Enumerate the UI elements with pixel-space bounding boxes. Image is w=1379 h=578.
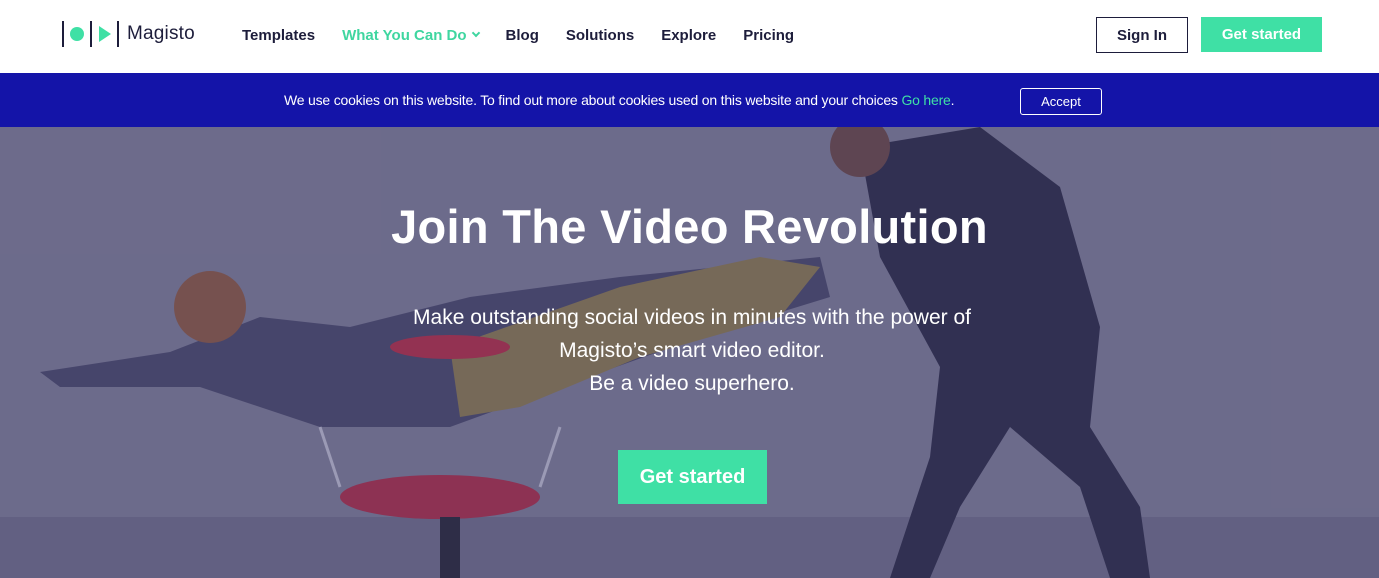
logo-dot-icon [70,27,84,41]
nav-label: Solutions [565,26,635,44]
cookie-period: . [950,92,955,108]
get-started-hero-button[interactable]: Get started [618,450,767,504]
cookie-text: We use cookies on this website. To find … [284,92,902,108]
chevron-down-icon [471,28,480,38]
nav-label: What You Can Do [342,26,467,44]
logo-bar-right [117,21,119,47]
cookie-message: We use cookies on this website. To find … [284,92,955,108]
nav-label: Pricing [743,26,795,44]
nav-solutions[interactable]: Solutions [566,25,634,45]
get-started-header-button[interactable]: Get started [1201,17,1322,52]
hero-title: Join The Video Revolution [391,200,988,253]
nav-pricing[interactable]: Pricing [743,25,794,45]
brand-name: Magisto [127,23,195,44]
main-nav: Templates What You Can Do Blog Solutions… [242,25,821,45]
nav-templates[interactable]: Templates [242,25,315,45]
hero-section: Join The Video Revolution Make outstandi… [0,127,1379,578]
logo-play-icon [99,26,111,42]
hero-subtitle-line-3: Be a video superhero. [589,372,795,395]
nav-what-you-can-do[interactable]: What You Can Do [342,25,480,45]
hero-subtitle-line-2: Magisto’s smart video editor. [559,339,825,362]
nav-label: Templates [242,26,316,44]
logo-bar-mid [90,21,92,47]
cookie-banner: We use cookies on this website. To find … [0,73,1379,127]
hero-subtitle: Make outstanding social videos in minute… [0,301,1379,400]
logo[interactable]: Magisto [62,20,195,48]
site-header: Magisto Templates What You Can Do Blog S… [0,0,1379,73]
logo-bar-left [62,21,64,47]
nav-explore[interactable]: Explore [661,25,716,45]
cookie-policy-link[interactable]: Go here [901,92,950,108]
accept-cookies-button[interactable]: Accept [1020,88,1102,115]
sign-in-button[interactable]: Sign In [1096,17,1188,53]
nav-label: Blog [505,26,539,44]
nav-label: Explore [661,26,717,44]
hero-subtitle-line-1: Make outstanding social videos in minute… [413,306,971,329]
nav-blog[interactable]: Blog [506,25,539,45]
